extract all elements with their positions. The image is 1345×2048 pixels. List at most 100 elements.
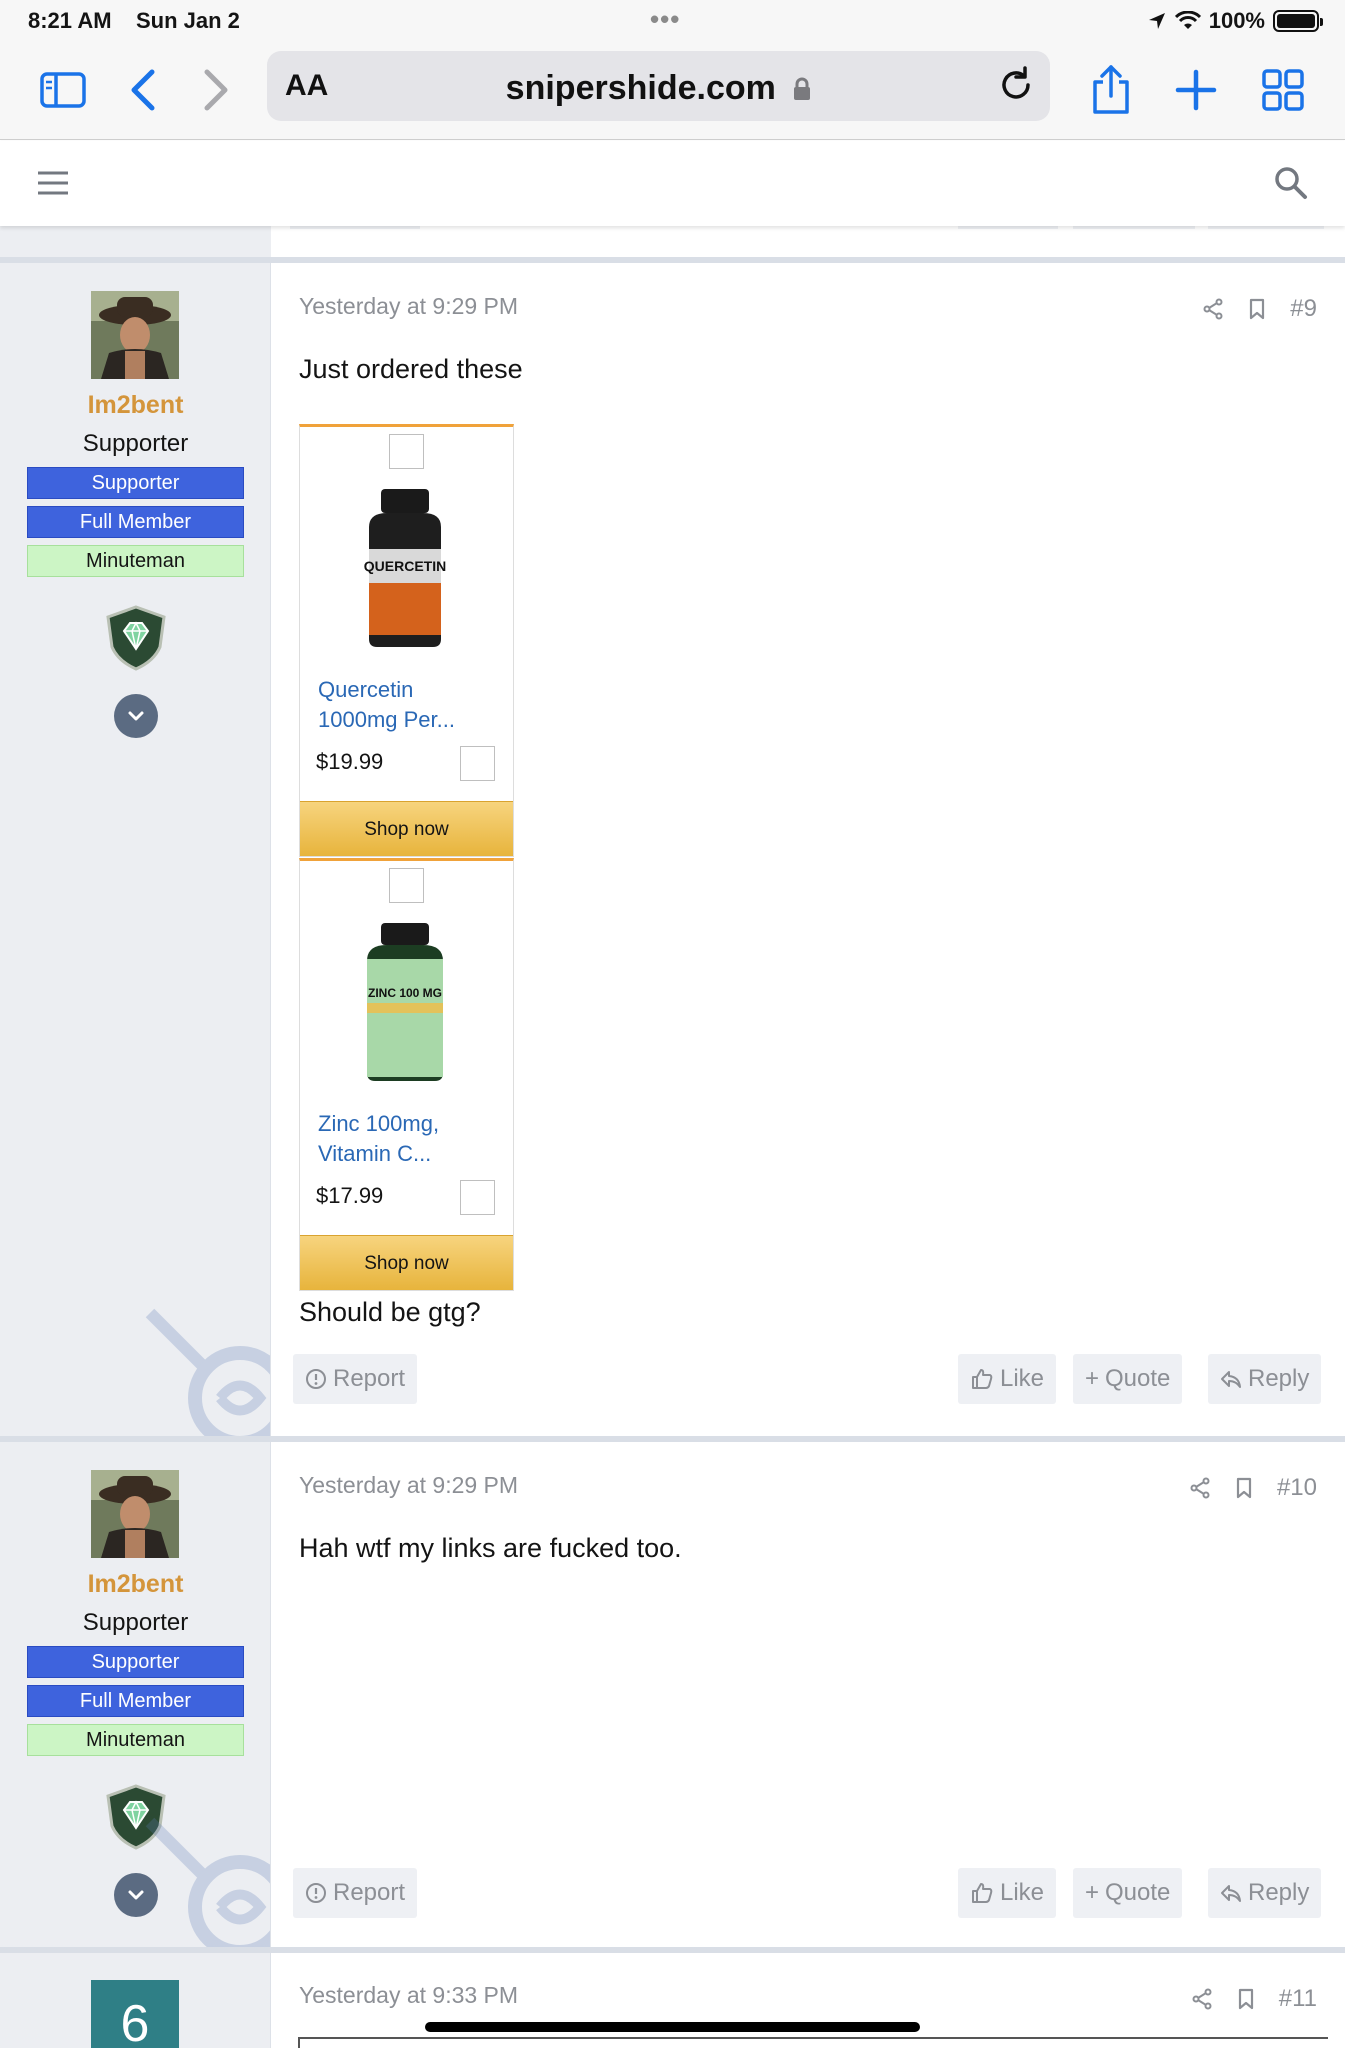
avatar[interactable]: 6 bbox=[91, 1980, 179, 2048]
user-banner-supporter: Supporter bbox=[27, 1646, 244, 1678]
user-banner-minuteman: Minuteman bbox=[27, 545, 244, 577]
ad-select-checkbox[interactable] bbox=[389, 434, 424, 469]
lock-icon bbox=[794, 77, 811, 100]
like-button[interactable]: Like bbox=[958, 1868, 1057, 1918]
username[interactable]: Im2bent bbox=[0, 1570, 270, 1599]
site-logo-watermark-icon bbox=[140, 1303, 270, 1441]
report-icon bbox=[306, 1883, 326, 1903]
quote-block-edge bbox=[298, 2037, 1328, 2048]
url-display[interactable]: snipershide.com bbox=[267, 69, 1050, 108]
battery-percent: 100% bbox=[1208, 8, 1265, 33]
tabs-overview-icon[interactable] bbox=[1255, 62, 1311, 118]
report-label: Report bbox=[333, 1879, 406, 1906]
quote-button[interactable]: + Quote bbox=[1073, 1354, 1183, 1404]
shop-now-button[interactable]: Shop now bbox=[300, 801, 513, 856]
post-number[interactable]: #11 bbox=[1279, 1985, 1317, 2013]
bookmark-icon[interactable] bbox=[1235, 1477, 1253, 1499]
thumbs-up-icon bbox=[972, 1883, 993, 1903]
product-price: $17.99 bbox=[316, 1183, 384, 1208]
user-banner-minuteman: Minuteman bbox=[27, 1724, 244, 1756]
product-ad-card[interactable]: QUERCETIN Quercetin 1000mg Per... $19.99… bbox=[299, 424, 514, 857]
reload-icon[interactable] bbox=[996, 65, 1036, 110]
post-text: Hah wtf my links are fucked too. bbox=[299, 1533, 682, 1563]
post-number[interactable]: #9 bbox=[1290, 295, 1317, 323]
username[interactable]: Im2bent bbox=[0, 391, 270, 420]
site-header bbox=[0, 141, 1345, 226]
user-banner-full-member: Full Member bbox=[27, 1685, 244, 1717]
new-tab-icon[interactable] bbox=[1168, 62, 1224, 118]
battery-icon bbox=[1273, 10, 1323, 32]
user-title: Supporter bbox=[82, 1609, 189, 1636]
post-user-sidebar: 6 bbox=[0, 1953, 271, 2048]
diamond-trophy-icon bbox=[104, 605, 168, 671]
post: Im2bent Supporter Supporter Full Member … bbox=[0, 263, 1345, 1441]
like-button[interactable]: Like bbox=[958, 1354, 1057, 1404]
back-icon[interactable] bbox=[115, 62, 171, 118]
user-title: Supporter bbox=[82, 430, 189, 457]
post-content: Yesterday at 9:29 PM #10 Hah wtf my link… bbox=[271, 1442, 1345, 1947]
search-icon[interactable] bbox=[1274, 166, 1308, 205]
product-title-link[interactable]: Quercetin 1000mg Per... bbox=[318, 675, 498, 735]
share-icon[interactable] bbox=[1202, 298, 1224, 320]
avatar[interactable] bbox=[91, 291, 179, 379]
user-banner-supporter: Supporter bbox=[27, 467, 244, 499]
browser-toolbar: AA snipershide.com bbox=[0, 44, 1345, 140]
share-icon[interactable] bbox=[1189, 1477, 1211, 1499]
sidebar-toggle-icon[interactable] bbox=[35, 62, 91, 118]
quote-label: Quote bbox=[1105, 1365, 1171, 1392]
post-date[interactable]: Yesterday at 9:29 PM bbox=[299, 1472, 518, 1499]
product-title-link[interactable]: Zinc 100mg, Vitamin C... bbox=[318, 1109, 498, 1169]
quote-button[interactable]: + Quote bbox=[1073, 1868, 1183, 1918]
address-bar[interactable]: AA snipershide.com bbox=[267, 51, 1050, 121]
reply-button[interactable]: Reply bbox=[1208, 1868, 1322, 1918]
status-indicators: 100% bbox=[1147, 8, 1323, 34]
reply-label: Reply bbox=[1248, 1365, 1310, 1392]
report-button[interactable]: Report bbox=[293, 1354, 418, 1404]
post: 6 Yesterday at 9:33 PM #11 bbox=[0, 1953, 1345, 2048]
share-icon[interactable] bbox=[1191, 1988, 1213, 2010]
report-icon bbox=[306, 1369, 326, 1389]
product-image[interactable]: QUERCETIN bbox=[355, 479, 455, 649]
post-date[interactable]: Yesterday at 9:33 PM bbox=[299, 1982, 518, 2009]
post-text: Should be gtg? bbox=[299, 1297, 481, 1327]
plus-icon: + bbox=[1085, 1879, 1100, 1906]
forward-icon[interactable] bbox=[188, 62, 244, 118]
avatar[interactable] bbox=[91, 1470, 179, 1558]
status-date: Sun Jan 2 bbox=[136, 8, 240, 33]
status-bar: 8:21 AM Sun Jan 2 ••• 100% bbox=[0, 0, 1345, 44]
ad-info-checkbox[interactable] bbox=[460, 1180, 495, 1215]
reply-button[interactable]: Reply bbox=[1208, 1354, 1322, 1404]
shop-now-button[interactable]: Shop now bbox=[300, 1235, 513, 1290]
previous-post-sidebar-tail bbox=[0, 226, 271, 257]
like-label: Like bbox=[1000, 1365, 1045, 1392]
thumbs-up-icon bbox=[972, 1369, 993, 1389]
post-top-actions: #9 bbox=[1202, 295, 1317, 323]
reply-icon bbox=[1221, 1371, 1241, 1388]
chevron-down-icon bbox=[128, 711, 144, 721]
bookmark-icon[interactable] bbox=[1237, 1988, 1255, 2010]
home-indicator[interactable] bbox=[425, 2022, 920, 2032]
post-user-sidebar: Im2bent Supporter Supporter Full Member … bbox=[0, 263, 271, 1441]
plus-icon: + bbox=[1085, 1365, 1100, 1392]
post-top-actions: #11 bbox=[1191, 1985, 1317, 2013]
ad-info-checkbox[interactable] bbox=[460, 746, 495, 781]
post-text: Just ordered these bbox=[299, 354, 523, 384]
user-banner-full-member: Full Member bbox=[27, 506, 244, 538]
expand-user-info-button[interactable] bbox=[114, 694, 158, 738]
menu-icon[interactable] bbox=[36, 169, 70, 202]
bookmark-icon[interactable] bbox=[1248, 298, 1266, 320]
reply-icon bbox=[1221, 1885, 1241, 1902]
product-image-label: ZINC 100 MG bbox=[368, 986, 442, 1000]
ad-select-checkbox[interactable] bbox=[389, 868, 424, 903]
post-date[interactable]: Yesterday at 9:29 PM bbox=[299, 293, 518, 320]
report-label: Report bbox=[333, 1365, 406, 1392]
product-price: $19.99 bbox=[316, 749, 384, 774]
reply-label: Reply bbox=[1248, 1879, 1310, 1906]
post: Im2bent Supporter Supporter Full Member … bbox=[0, 1442, 1345, 1947]
product-ad-card[interactable]: ZINC 100 MG Zinc 100mg, Vitamin C... $17… bbox=[299, 858, 514, 1291]
post-number[interactable]: #10 bbox=[1277, 1474, 1317, 1502]
product-image[interactable]: ZINC 100 MG bbox=[355, 913, 455, 1083]
multitasking-dots-icon[interactable]: ••• bbox=[650, 4, 680, 35]
report-button[interactable]: Report bbox=[293, 1868, 418, 1918]
share-icon[interactable] bbox=[1083, 62, 1139, 118]
